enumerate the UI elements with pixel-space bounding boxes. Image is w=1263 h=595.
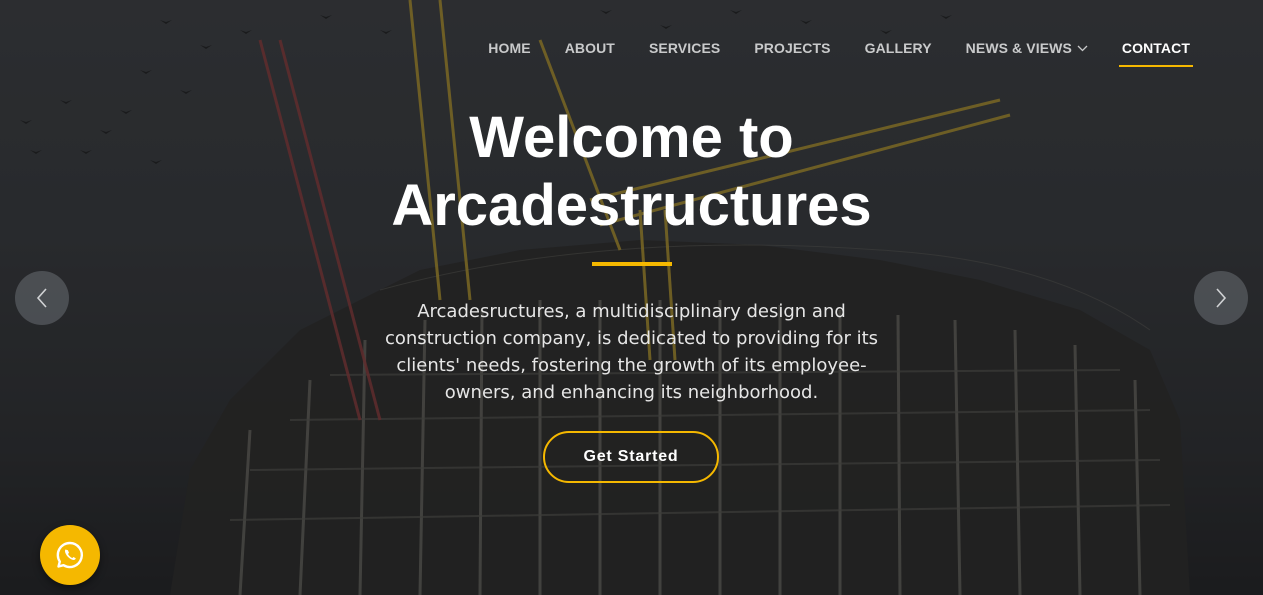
hero-title: Welcome to Arcadestructures [0,104,1263,240]
nav-gallery[interactable]: GALLERY [865,40,932,60]
get-started-label: Get Started [583,448,679,465]
nav-services[interactable]: SERVICES [649,40,720,60]
nav-about-label: ABOUT [564,40,615,56]
chevron-left-icon [36,288,47,308]
hero-title-line1: Welcome to [469,105,794,170]
nav-contact-label: CONTACT [1121,40,1190,56]
nav-news-views[interactable]: NEWS & VIEWS [966,40,1088,60]
main-nav: HOME ABOUT SERVICES PROJECTS GALLERY NEW… [454,40,1194,67]
nav-news-views-label: NEWS & VIEWS [965,40,1072,56]
nav-contact[interactable]: CONTACT [1118,40,1194,67]
whatsapp-icon [56,541,83,569]
nav-home-label: HOME [488,40,531,56]
nav-about[interactable]: ABOUT [565,40,615,60]
next-slide-button[interactable] [1194,271,1248,325]
nav-services-label: SERVICES [648,40,721,56]
nav-home[interactable]: HOME [488,40,530,60]
title-underline [592,262,672,266]
hero-title-line2: Arcadestructures [391,173,872,238]
nav-gallery-label: GALLERY [864,40,932,56]
prev-slide-button[interactable] [15,271,69,325]
chevron-right-icon [1216,288,1227,308]
chevron-down-icon [1077,45,1088,51]
nav-projects[interactable]: PROJECTS [754,40,830,60]
hero-description: Arcadesructures, a multidisciplinary des… [384,301,879,403]
get-started-button[interactable]: Get Started [543,431,719,483]
whatsapp-chat-button[interactable] [40,525,100,585]
nav-projects-label: PROJECTS [754,40,831,56]
